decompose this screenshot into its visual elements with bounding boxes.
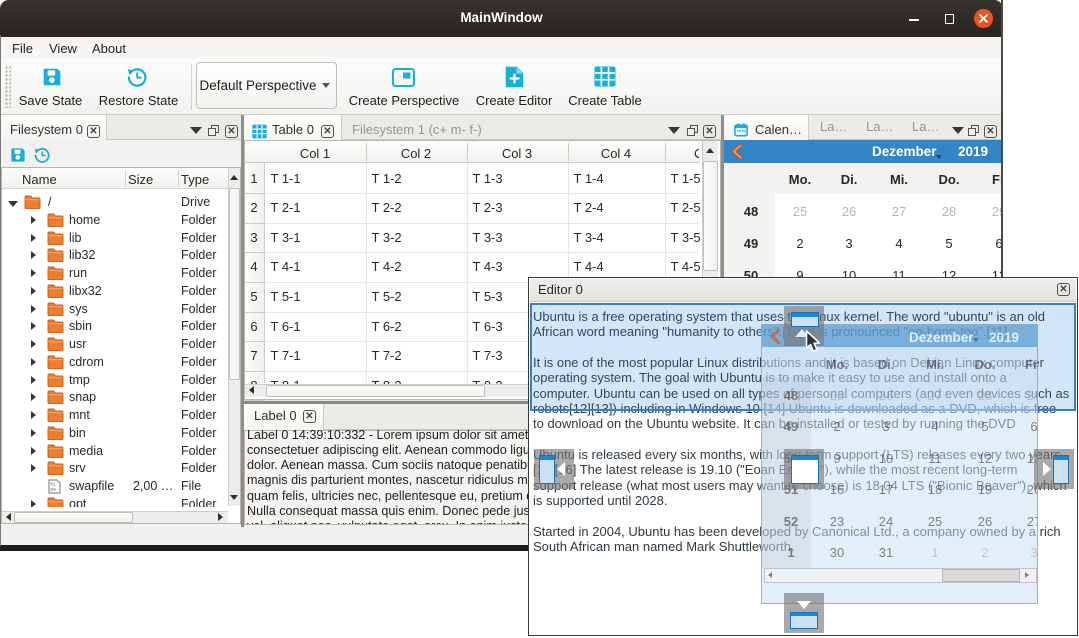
- svg-text:00: 00: [50, 487, 56, 493]
- svg-text:01: 01: [50, 482, 56, 488]
